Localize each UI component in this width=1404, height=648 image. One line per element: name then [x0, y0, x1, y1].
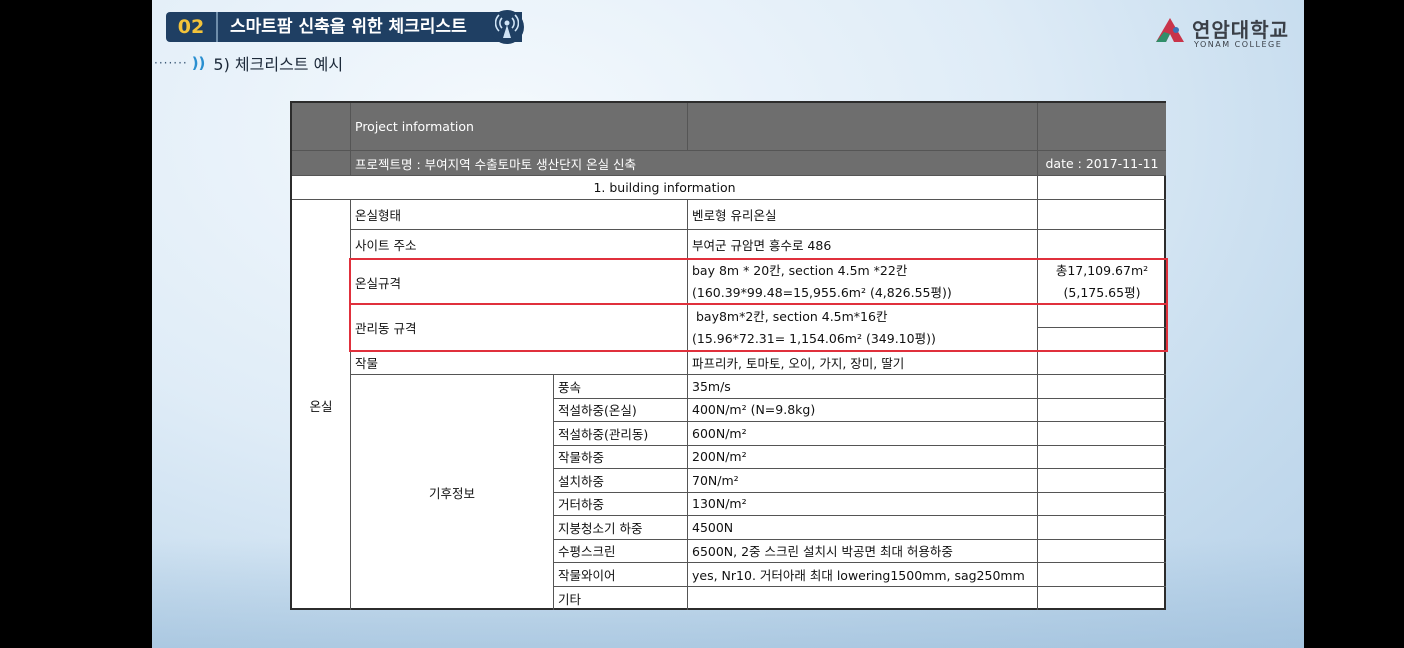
climate-item-extra — [1038, 516, 1166, 540]
total-line-2: (5,175.65평) — [1063, 285, 1141, 300]
date-cell: date : 2017-11-11 — [1038, 151, 1166, 176]
project-name-cell: 프로젝트명 : 부여지역 수출토마토 생산단지 온실 신축 — [351, 151, 1038, 176]
climate-label-cell: 기후정보 — [351, 375, 554, 610]
subtitle: ······· )) 5) 체크리스트 예시 — [154, 51, 343, 75]
section-header: 02 스마트팜 신축을 위한 체크리스트 — [166, 10, 524, 44]
college-name-english: YONAM COLLEGE — [1194, 40, 1283, 49]
college-logo-mark-icon — [1156, 18, 1184, 42]
climate-item-extra — [1038, 469, 1166, 493]
mgmt-value-cell: bay8m*2칸, section 4.5m*16칸 (15.96*72.31=… — [688, 305, 1038, 351]
climate-item-extra — [1038, 493, 1166, 516]
climate-item-label: 지붕청소기 하중 — [554, 516, 688, 540]
college-logo: 연암대학교 YONAM COLLEGE — [1154, 14, 1289, 50]
site-extra-cell — [1038, 230, 1166, 260]
climate-item-value — [688, 586, 1038, 610]
site-value-cell: 부여군 규암면 흥수로 486 — [688, 230, 1038, 260]
climate-item-label: 설치하중 — [554, 469, 688, 493]
climate-item-value: 130N/m² — [688, 492, 1038, 516]
site-label-cell: 사이트 주소 — [351, 230, 688, 260]
header-empty-cell — [688, 103, 1038, 151]
header-corner-cell — [292, 103, 351, 151]
climate-item-label: 거터하중 — [554, 492, 688, 516]
mgmt-extra-cell-bottom — [1038, 328, 1166, 351]
crop-value-cell: 파프리카, 토마토, 오이, 가지, 장미, 딸기 — [688, 351, 1038, 375]
mgmt-extra-cell-top — [1038, 305, 1166, 328]
crop-extra-cell — [1038, 351, 1166, 375]
climate-item-extra — [1038, 446, 1166, 469]
climate-item-value: 6500N, 2중 스크린 설치시 박공면 최대 허용하중 — [688, 539, 1038, 563]
mgmt-line-1: bay8m*2칸, section 4.5m*16칸 — [692, 308, 888, 324]
climate-item-label: 작물와이어 — [554, 563, 688, 587]
subtitle-dots: ······· — [154, 56, 188, 70]
climate-item-label: 적설하중(온실) — [554, 398, 688, 422]
climate-item-label: 수평스크린 — [554, 539, 688, 563]
type-extra-cell — [1038, 200, 1166, 230]
spec-line-2: (160.39*99.48=15,955.6m² (4,826.55평)) — [692, 285, 952, 300]
project-information-cell: Project information — [351, 103, 688, 151]
spec-value-cell: bay 8m * 20칸, section 4.5m *22칸 (160.39*… — [688, 260, 1038, 305]
section-title: 스마트팜 신축을 위한 체크리스트 — [230, 17, 467, 37]
section-empty-cell — [1038, 176, 1166, 200]
climate-item-extra — [1038, 375, 1166, 399]
category-cell: 온실 — [292, 200, 351, 610]
climate-item-value: 4500N — [688, 516, 1038, 540]
section-number: 02 — [166, 12, 218, 42]
climate-item-label: 적설하중(관리동) — [554, 422, 688, 446]
spec-line-1: bay 8m * 20칸, section 4.5m *22칸 — [692, 263, 908, 278]
climate-item-label: 풍속 — [554, 375, 688, 399]
wave-icon: )) — [191, 54, 206, 72]
climate-item-value: 35m/s — [688, 375, 1038, 399]
climate-item-extra — [1038, 422, 1166, 446]
climate-item-extra — [1038, 399, 1166, 422]
climate-item-value: 400N/m² (N=9.8kg) — [688, 398, 1038, 422]
mgmt-line-2: (15.96*72.31= 1,154.06m² (349.10평)) — [692, 330, 936, 346]
climate-item-value: yes, Nr10. 거터아래 최대 lowering1500mm, sag25… — [688, 563, 1038, 587]
spec-label-cell: 온실규격 — [351, 260, 688, 305]
climate-item-value: 600N/m² — [688, 422, 1038, 446]
college-name-korean: 연암대학교 — [1192, 18, 1289, 42]
mgmt-label-cell: 관리동 규격 — [351, 305, 688, 351]
climate-item-value: 200N/m² — [688, 445, 1038, 469]
climate-item-value: 70N/m² — [688, 469, 1038, 493]
total-line-1: 총17,109.67m² — [1055, 263, 1149, 278]
climate-item-label: 작물하중 — [554, 445, 688, 469]
type-label-cell: 온실형태 — [351, 200, 688, 230]
project-name-corner-cell — [292, 151, 351, 176]
checklist-table: Project information 프로젝트명 : 부여지역 수출토마토 생… — [290, 101, 1168, 611]
crop-label-cell: 작물 — [351, 351, 688, 375]
total-area-cell: 총17,109.67m² (5,175.65평) — [1038, 260, 1166, 305]
section-title-cell: 1. building information — [292, 176, 1038, 200]
climate-item-extra — [1038, 587, 1166, 611]
slide: 02 스마트팜 신축을 위한 체크리스트 ······· )) 5) 체크리스트… — [152, 0, 1304, 648]
climate-item-extra — [1038, 563, 1166, 587]
header-empty-cell-right — [1038, 103, 1166, 151]
climate-item-label: 기타 — [554, 586, 688, 610]
signal-icon — [490, 10, 524, 44]
climate-item-extra — [1038, 540, 1166, 563]
subtitle-text: 5) 체크리스트 예시 — [213, 55, 344, 74]
type-value-cell: 벤로형 유리온실 — [688, 200, 1038, 230]
